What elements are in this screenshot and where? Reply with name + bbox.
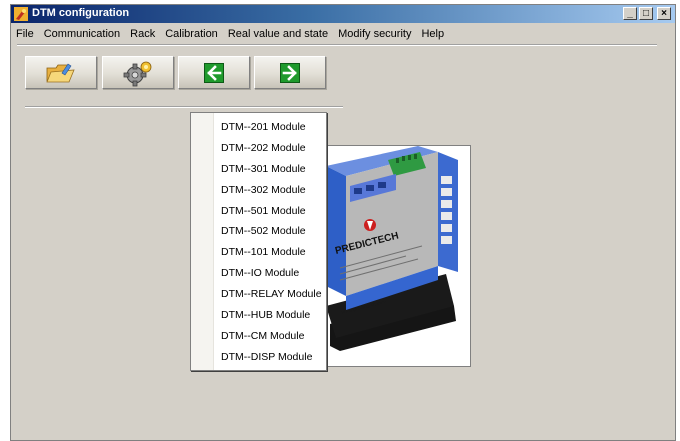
product-image-panel: PREDICTECH www.predictech.com <box>325 145 471 367</box>
toolbar-divider <box>25 106 343 108</box>
maximize-icon: □ <box>642 7 650 19</box>
menu-item-dtm-202[interactable]: DTM--202 Module <box>191 138 326 159</box>
open-button[interactable] <box>25 56 97 89</box>
menu-communication[interactable]: Communication <box>39 28 125 40</box>
app-icon <box>14 7 28 21</box>
menu-item-dtm-cm[interactable]: DTM--CM Module <box>191 326 326 347</box>
close-button[interactable]: × <box>657 7 671 20</box>
window-title: DTM configuration <box>32 7 130 19</box>
menu-item-dtm-301[interactable]: DTM--301 Module <box>191 159 326 180</box>
menu-divider <box>17 44 657 46</box>
menu-item-dtm-relay[interactable]: DTM--RELAY Module <box>191 284 326 305</box>
minimize-button[interactable]: _ <box>623 7 637 20</box>
gear-icon <box>123 61 152 86</box>
menu-bar: File Communication Rack Calibration Real… <box>11 25 675 42</box>
menu-modify-security[interactable]: Modify security <box>333 28 416 40</box>
menu-item-dtm-501[interactable]: DTM--501 Module <box>191 201 326 222</box>
title-bar[interactable]: DTM configuration _ □ × <box>11 5 675 23</box>
minimize-icon: _ <box>627 7 633 19</box>
menu-item-dtm-io[interactable]: DTM--IO Module <box>191 263 326 284</box>
menu-file[interactable]: File <box>11 28 39 40</box>
menu-rack[interactable]: Rack <box>125 28 160 40</box>
arrow-left-icon <box>204 62 224 83</box>
product-image: PREDICTECH www.predictech.com <box>326 146 458 351</box>
menu-item-dtm-disp[interactable]: DTM--DISP Module <box>191 347 326 368</box>
close-icon: × <box>661 7 667 19</box>
menu-calibration[interactable]: Calibration <box>160 28 223 40</box>
menu-real-value-and-state[interactable]: Real value and state <box>223 28 333 40</box>
app-window: DTM configuration _ □ × File Communicati… <box>10 4 676 441</box>
menu-item-dtm-hub[interactable]: DTM--HUB Module <box>191 305 326 326</box>
forward-button[interactable] <box>254 56 326 89</box>
module-dropdown-menu: DTM--201 Module DTM--202 Module DTM--301… <box>190 112 327 371</box>
back-button[interactable] <box>178 56 250 89</box>
open-folder-icon <box>46 63 75 82</box>
menu-item-dtm-502[interactable]: DTM--502 Module <box>191 221 326 242</box>
arrow-right-icon <box>280 62 300 83</box>
menu-item-dtm-201[interactable]: DTM--201 Module <box>191 117 326 138</box>
menu-item-dtm-101[interactable]: DTM--101 Module <box>191 242 326 263</box>
menu-help[interactable]: Help <box>416 28 449 40</box>
settings-button[interactable] <box>102 56 174 89</box>
maximize-button[interactable]: □ <box>639 7 653 20</box>
menu-item-dtm-302[interactable]: DTM--302 Module <box>191 180 326 201</box>
